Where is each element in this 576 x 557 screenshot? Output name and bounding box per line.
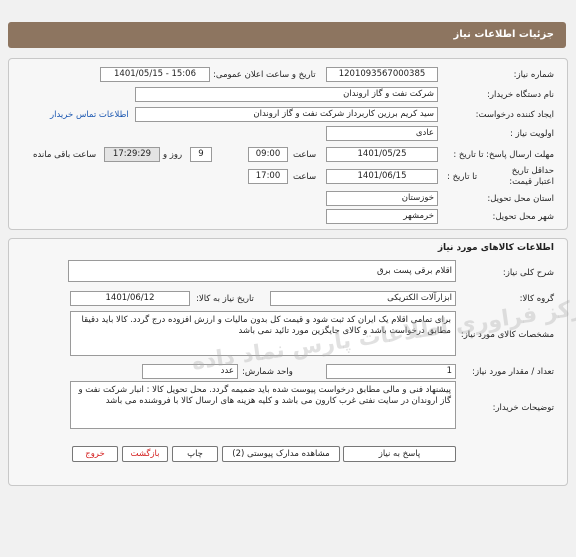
city-field: خرمشهر bbox=[326, 209, 438, 224]
validity-time-field: 17:00 bbox=[248, 169, 288, 184]
need-date-label: تاریخ نیاز به کالا: bbox=[196, 294, 254, 304]
need-date-field: 1401/06/12 bbox=[70, 291, 190, 306]
requester-field: سید کریم برزین کاربرداز شرکت نفت و گاز ا… bbox=[135, 107, 438, 122]
remaining-label: ساعت باقی مانده bbox=[33, 150, 97, 160]
days-label: روز و bbox=[163, 150, 183, 160]
province-label: استان محل تحویل: bbox=[487, 194, 554, 204]
back-button[interactable]: بازگشت bbox=[122, 446, 168, 462]
days-field: 9 bbox=[190, 147, 212, 162]
requester-label: ایجاد کننده درخواست: bbox=[475, 110, 554, 120]
validity-until-label: تا تاریخ : bbox=[447, 172, 478, 182]
reply-button[interactable]: پاسخ به نیاز bbox=[343, 446, 456, 462]
summary-field: اقلام برقی پست برق bbox=[68, 260, 456, 282]
view-attachments-button[interactable]: مشاهده مدارک پیوستی (2) bbox=[222, 446, 340, 462]
reply-time-label: ساعت bbox=[293, 150, 317, 160]
summary-label: شرح کلی نیاز: bbox=[502, 268, 554, 278]
unit-label: واحد شمارش: bbox=[242, 367, 293, 377]
qty-label: تعداد / مقدار مورد نیاز: bbox=[472, 367, 554, 377]
group-field: ابزارآلات الکتریکی bbox=[270, 291, 456, 306]
province-field: خوزستان bbox=[326, 191, 438, 206]
print-button[interactable]: چاپ bbox=[172, 446, 218, 462]
remaining-time-field: 17:29:29 bbox=[104, 147, 160, 162]
need-number-field: 1201093567000385 bbox=[326, 67, 438, 82]
buyer-org-field: شرکت نفت و گاز اروندان bbox=[135, 87, 438, 102]
goods-section-title: اطلاعات کالاهای مورد نیاز bbox=[437, 243, 554, 253]
reply-deadline-label: مهلت ارسال پاسخ: تا تاریخ : bbox=[453, 150, 554, 160]
priority-field: عادی bbox=[326, 126, 438, 141]
exit-button[interactable]: خروج bbox=[72, 446, 118, 462]
qty-field: 1 bbox=[326, 364, 456, 379]
reply-date-field: 1401/05/25 bbox=[326, 147, 438, 162]
buyer-contact-link[interactable]: اطلاعات تماس خریدار bbox=[50, 110, 129, 120]
buyer-notes-label: توضیحات خریدار: bbox=[492, 403, 554, 413]
page-title: جزئیات اطلاعات نیاز bbox=[453, 29, 554, 40]
need-info-panel bbox=[8, 58, 568, 230]
announce-label: تاریخ و ساعت اعلان عمومی: bbox=[213, 70, 316, 80]
buyer-org-label: نام دستگاه خریدار: bbox=[487, 90, 554, 100]
need-number-label: شماره نیاز: bbox=[513, 70, 554, 80]
priority-label: اولویت نیاز : bbox=[509, 129, 554, 139]
reply-time-field: 09:00 bbox=[248, 147, 288, 162]
page-header: جزئیات اطلاعات نیاز bbox=[8, 22, 566, 48]
validity-label: حداقل تاریخ اعتبار قیمت: bbox=[509, 166, 554, 187]
validity-time-label: ساعت bbox=[293, 172, 317, 182]
validity-date-field: 1401/06/15 bbox=[326, 169, 438, 184]
announce-field: 1401/05/15 - 15:06 bbox=[100, 67, 210, 82]
buyer-notes-field: پیشنهاد فنی و مالی مطابق درخواست پیوست ش… bbox=[70, 381, 456, 429]
city-label: شهر محل تحویل: bbox=[492, 212, 554, 222]
